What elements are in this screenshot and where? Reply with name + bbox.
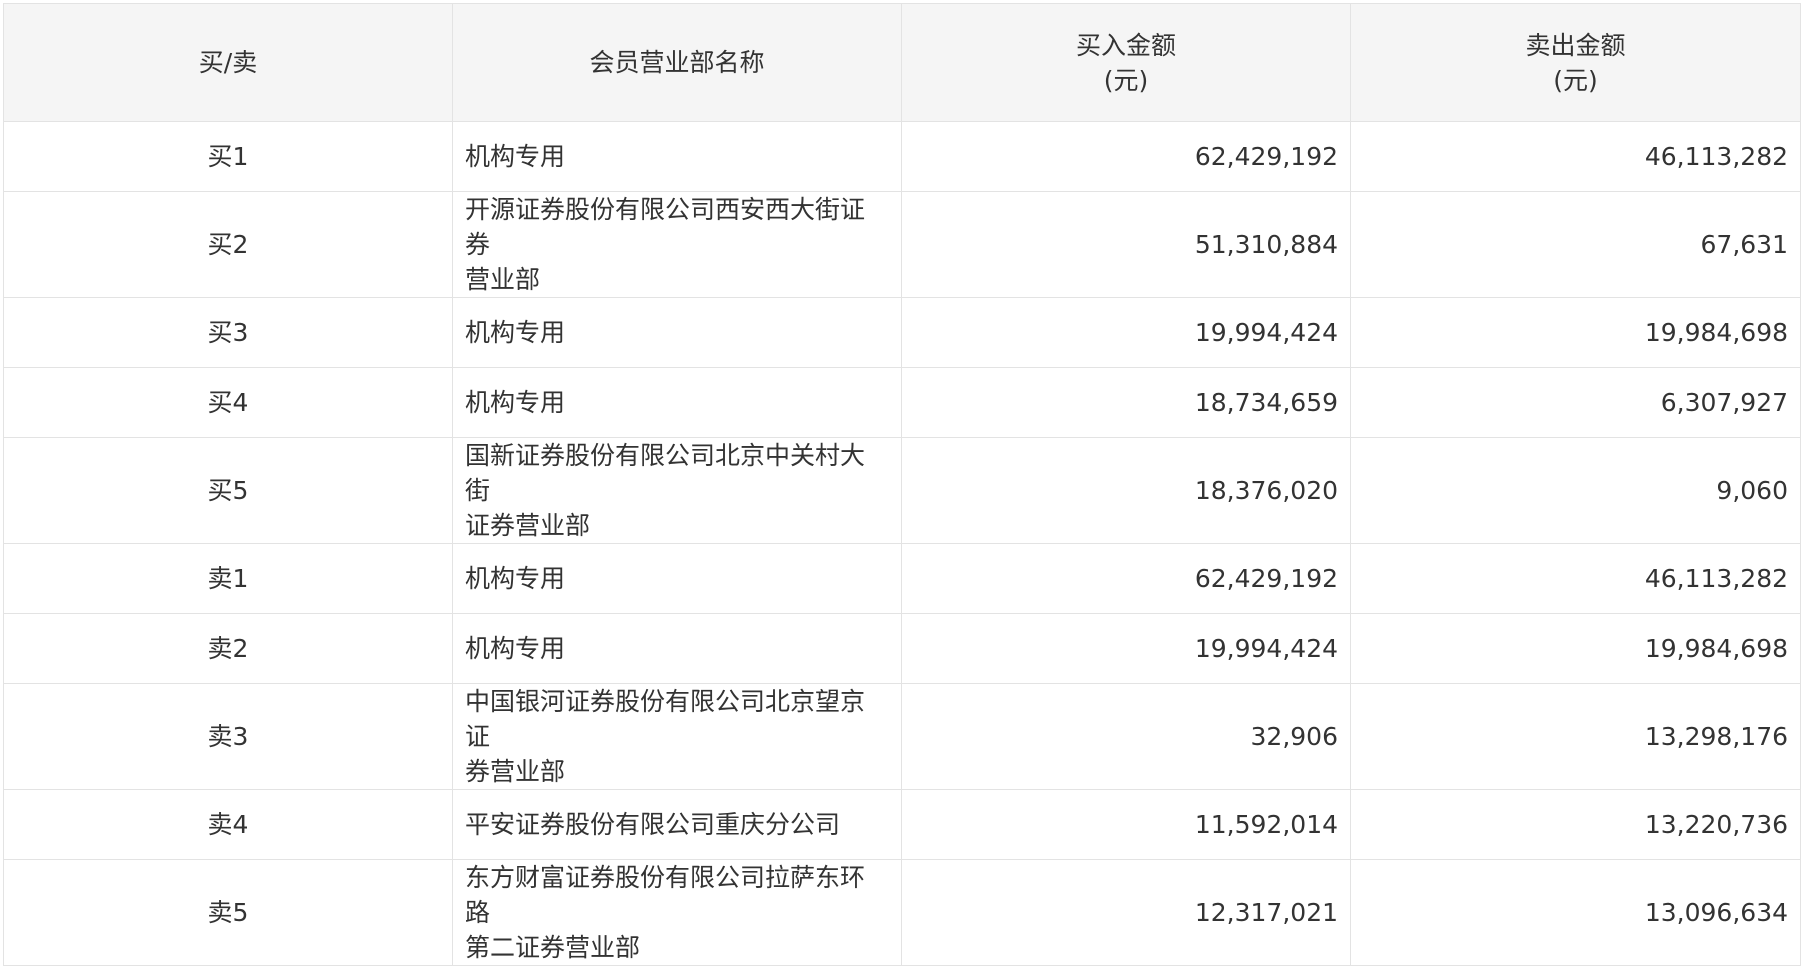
cell-side: 买1: [3, 121, 453, 192]
cell-buy-amount: 51,310,884: [901, 191, 1351, 298]
cell-sell-amount: 67,631: [1350, 191, 1801, 298]
cell-buy-amount: 19,994,424: [901, 613, 1351, 684]
cell-member: 机构专用: [452, 613, 902, 684]
cell-member-line: 国新证券股份有限公司北京中关村大街: [465, 441, 866, 505]
cell-side: 买5: [3, 437, 453, 544]
table-row: 买5 国新证券股份有限公司北京中关村大街 证券营业部 18,376,020 9,060: [3, 437, 1801, 544]
cell-sell-amount: 6,307,927: [1350, 367, 1801, 438]
cell-member: 中国银河证券股份有限公司北京望京证券营业部: [452, 683, 902, 790]
header-member: 会员营业部名称: [452, 3, 902, 122]
header-side: 买/卖: [3, 3, 453, 122]
cell-member: 国新证券股份有限公司北京中关村大街证券营业部: [452, 437, 902, 544]
cell-sell-amount: 46,113,282: [1350, 543, 1801, 614]
cell-member: 平安证券股份有限公司重庆分公司: [452, 789, 902, 860]
cell-buy-amount: 12,317,021: [901, 859, 1351, 966]
cell-sell-amount: 13,220,736: [1350, 789, 1801, 860]
cell-member-line: 机构专用: [465, 634, 566, 663]
table-row: 卖2 机构专用 19,994,424 19,984,698: [3, 613, 1801, 684]
cell-side: 卖2: [3, 613, 453, 684]
cell-member-line: 机构专用: [465, 388, 566, 417]
table-row: 买1 机构专用 62,429,192 46,113,282: [3, 121, 1801, 192]
cell-member-line: 机构专用: [465, 318, 566, 347]
cell-member: 开源证券股份有限公司西安西大街证券营业部: [452, 191, 902, 298]
table-row: 买4 机构专用 18,734,659 6,307,927: [3, 367, 1801, 438]
table-row: 卖4 平安证券股份有限公司重庆分公司 11,592,014 13,220,736: [3, 789, 1801, 860]
header-buy-amount-unit: (元): [1103, 65, 1149, 95]
cell-side: 买3: [3, 297, 453, 368]
cell-sell-amount: 46,113,282: [1350, 121, 1801, 192]
cell-side: 卖1: [3, 543, 453, 614]
cell-member: 机构专用: [452, 121, 902, 192]
cell-member-line: 机构专用: [465, 564, 566, 593]
cell-member-line: 中国银河证券股份有限公司北京望京证: [465, 687, 866, 751]
cell-side: 卖4: [3, 789, 453, 860]
cell-buy-amount: 18,734,659: [901, 367, 1351, 438]
cell-buy-amount: 19,994,424: [901, 297, 1351, 368]
cell-sell-amount: 19,984,698: [1350, 613, 1801, 684]
header-sell-amount: 卖出金额 (元): [1350, 3, 1801, 122]
table-row: 买3 机构专用 19,994,424 19,984,698: [3, 297, 1801, 368]
cell-member-line: 券营业部: [465, 757, 566, 786]
table-header: 买/卖 会员营业部名称 买入金额 (元) 卖出金额 (元): [3, 3, 1801, 122]
cell-member-line: 平安证券股份有限公司重庆分公司: [465, 810, 841, 839]
header-sell-amount-unit: (元): [1553, 65, 1598, 95]
table-row: 卖3 中国银河证券股份有限公司北京望京证 券营业部 32,906 13,298,176: [3, 683, 1801, 790]
cell-member-line: 第二证券营业部: [465, 933, 641, 962]
table-row: 买2 开源证券股份有限公司西安西大街证券 营业部 51,310,884 67,631: [3, 191, 1801, 298]
cell-member: 机构专用: [452, 367, 902, 438]
cell-side: 买2: [3, 191, 453, 298]
cell-sell-amount: 19,984,698: [1350, 297, 1801, 368]
cell-side: 买4: [3, 367, 453, 438]
table-body: 买1 机构专用 62,429,192 46,113,282 买2 开源证券股份有限公司西安…: [3, 121, 1801, 966]
cell-sell-amount: 13,096,634: [1350, 859, 1801, 966]
table-row: 卖1 机构专用 62,429,192 46,113,282: [3, 543, 1801, 614]
cell-member: 东方财富证券股份有限公司拉萨东环路第二证券营业部: [452, 859, 902, 966]
header-buy-amount-label: 买入金额: [1075, 30, 1176, 60]
cell-member-line: 营业部: [465, 265, 541, 294]
trading-seats-table-container: 买/卖 会员营业部名称 买入金额 (元) 卖出金额 (元) 买1 机构专用 62,4…: [3, 3, 1801, 966]
cell-side: 卖5: [3, 859, 453, 966]
cell-buy-amount: 18,376,020: [901, 437, 1351, 544]
cell-member: 机构专用: [452, 543, 902, 614]
cell-buy-amount: 32,906: [901, 683, 1351, 790]
trading-seats-table: 买/卖 会员营业部名称 买入金额 (元) 卖出金额 (元) 买1 机构专用 62,4…: [3, 3, 1801, 966]
cell-member-line: 东方财富证券股份有限公司拉萨东环路: [465, 863, 866, 927]
cell-member: 机构专用: [452, 297, 902, 368]
cell-buy-amount: 62,429,192: [901, 121, 1351, 192]
cell-member-line: 机构专用: [465, 142, 566, 171]
cell-buy-amount: 62,429,192: [901, 543, 1351, 614]
header-sell-amount-label: 卖出金额: [1525, 30, 1626, 60]
cell-buy-amount: 11,592,014: [901, 789, 1351, 860]
cell-member-line: 证券营业部: [465, 511, 591, 540]
cell-sell-amount: 13,298,176: [1350, 683, 1801, 790]
cell-member-line: 开源证券股份有限公司西安西大街证券: [465, 195, 866, 259]
cell-side: 卖3: [3, 683, 453, 790]
header-buy-amount: 买入金额 (元): [901, 3, 1351, 122]
table-row: 卖5 东方财富证券股份有限公司拉萨东环路 第二证券营业部 12,317,021 13,0…: [3, 859, 1801, 966]
cell-sell-amount: 9,060: [1350, 437, 1801, 544]
header-row: 买/卖 会员营业部名称 买入金额 (元) 卖出金额 (元): [3, 3, 1801, 122]
